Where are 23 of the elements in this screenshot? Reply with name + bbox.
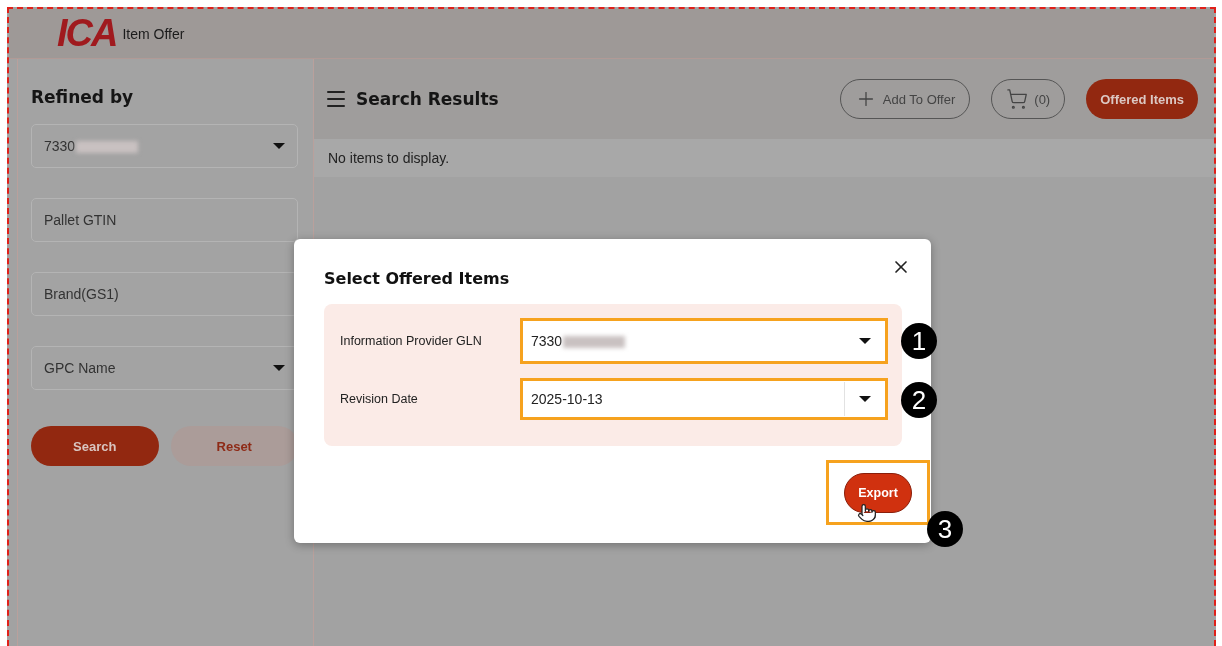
- field-label: Revision Date: [340, 392, 419, 406]
- step-marker: 2: [901, 382, 937, 418]
- select-field[interactable]: 7330: [31, 124, 298, 168]
- offered-items-button[interactable]: Offered Items: [1086, 79, 1198, 119]
- hand-cursor-icon: [857, 503, 877, 523]
- redaction-blur: [76, 141, 139, 154]
- search-button[interactable]: Search: [31, 426, 159, 466]
- app-title: Item Offer: [122, 25, 185, 42]
- panel-title: Refined by: [31, 87, 135, 107]
- dialog-title: Select Offered Items: [324, 269, 511, 288]
- results-title: Search Results: [356, 89, 500, 109]
- caret-icon: [273, 365, 285, 371]
- caret-icon: [859, 338, 871, 344]
- step-marker: 1: [901, 323, 937, 359]
- input-field[interactable]: Pallet GTIN: [31, 198, 298, 242]
- redaction-blur: [563, 336, 626, 349]
- export-button[interactable]: Export: [844, 472, 912, 513]
- caret-icon: [859, 396, 871, 402]
- logo: ICA: [57, 12, 117, 55]
- caret-icon: [273, 143, 285, 149]
- empty-message: No items to display.: [314, 139, 1214, 177]
- cart-icon: [1006, 88, 1029, 110]
- field-label: Information Provider GLN: [340, 334, 483, 348]
